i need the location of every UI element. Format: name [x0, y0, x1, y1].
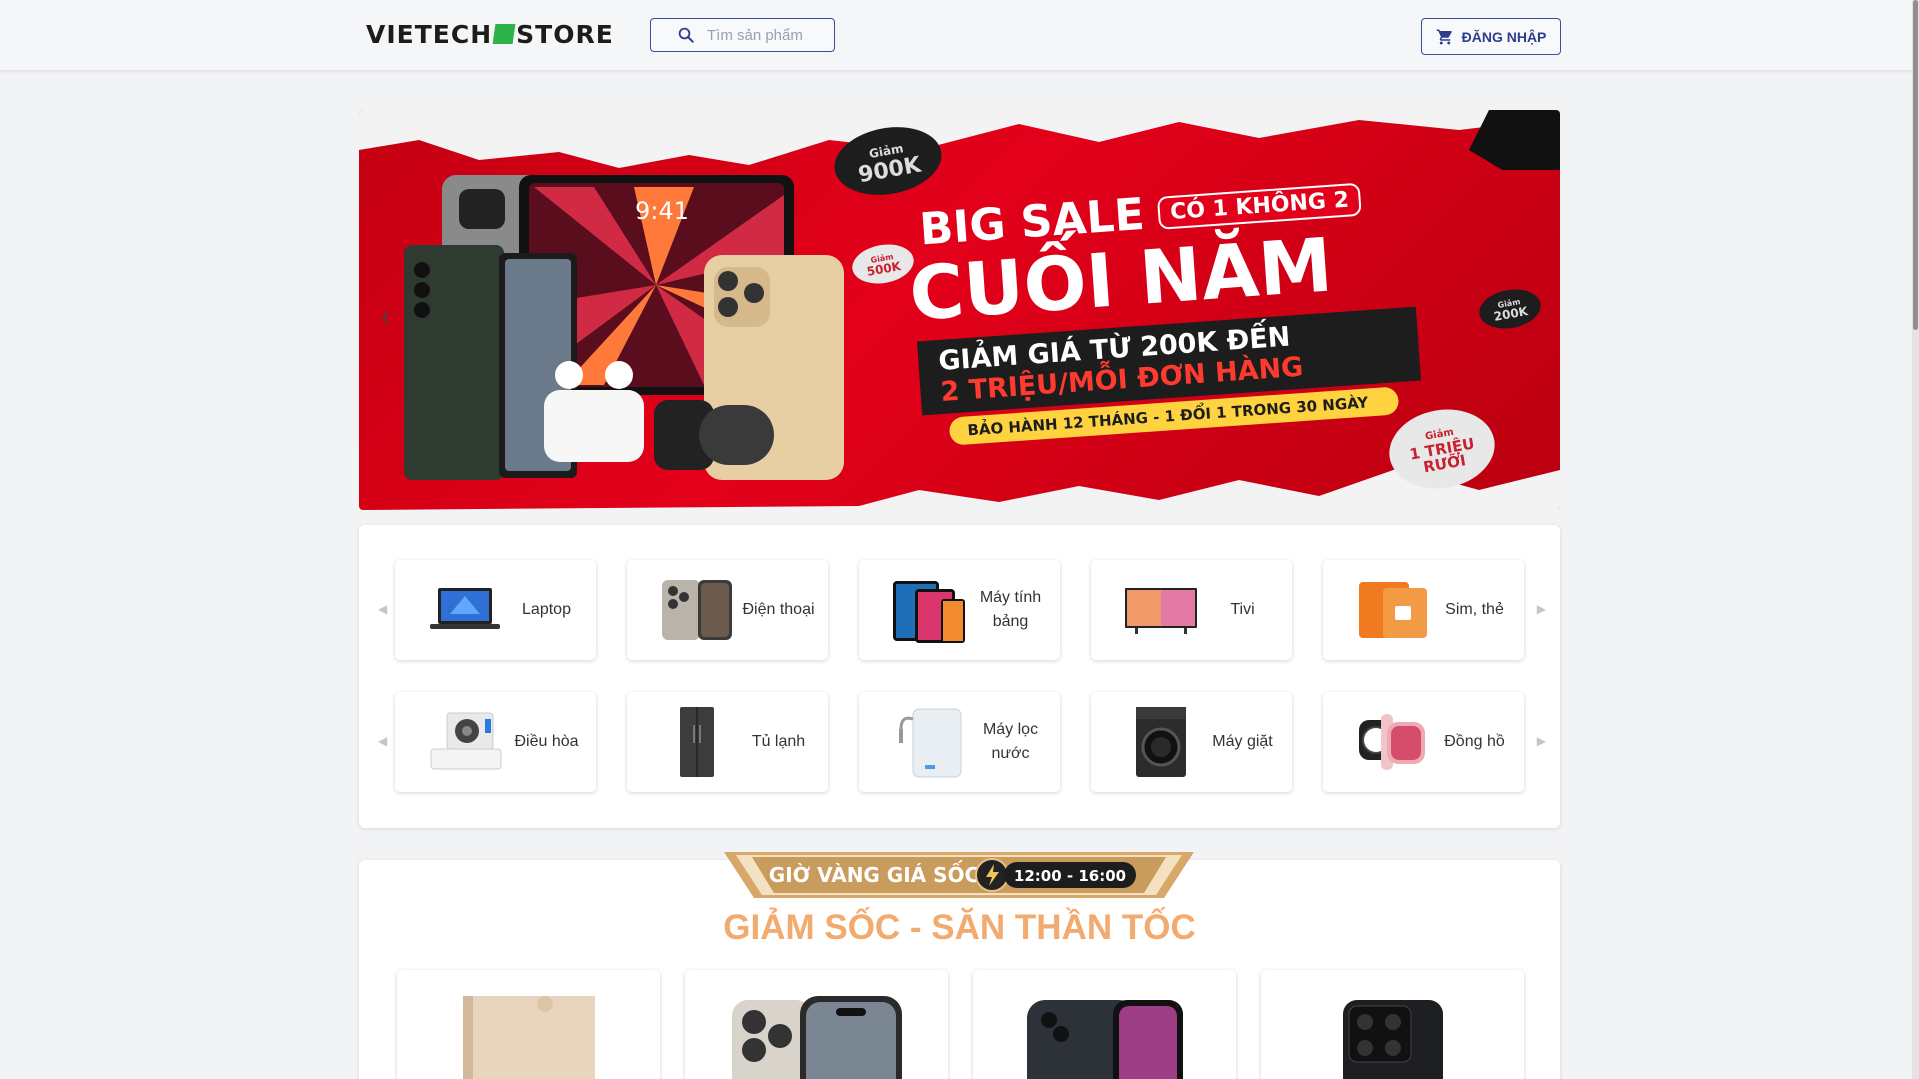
- air-conditioner-icon: [430, 712, 502, 770]
- product-card[interactable]: [973, 970, 1236, 1079]
- category-label: Máy tính bảng: [979, 589, 1042, 630]
- cart-icon: [1436, 29, 1452, 44]
- sale-headline: BIG SALE CÓ 1 KHÔNG 2 CUỐI NĂM GIẢM GIÁ …: [907, 182, 1479, 446]
- category-next-arrow[interactable]: ▶: [1537, 734, 1546, 748]
- store-logo[interactable]: VIETECH STORE: [366, 19, 614, 49]
- category-phone[interactable]: Điện thoại: [627, 560, 828, 660]
- category-label: Sim, thẻ: [1445, 601, 1504, 618]
- category-air-conditioner[interactable]: Điều hòa: [395, 692, 596, 792]
- category-water-purifier[interactable]: Máy lọc nước: [859, 692, 1060, 792]
- login-button[interactable]: ĐĂNG NHẬP: [1421, 18, 1561, 55]
- category-label: Laptop: [522, 601, 571, 618]
- watch-icon: [1359, 714, 1425, 770]
- header: VIETECH STORE ĐĂNG NHẬP: [0, 0, 1919, 70]
- category-label: Máy lọc nước: [982, 721, 1039, 762]
- category-label: Điện thoại: [742, 601, 815, 618]
- category-label: Tủ lạnh: [751, 733, 806, 750]
- washing-machine-icon: [1136, 707, 1186, 777]
- golden-hour-text: GIỜ VÀNG GIÁ SỐC: [769, 861, 979, 887]
- category-sim[interactable]: Sim, thẻ: [1323, 560, 1524, 660]
- search-box[interactable]: [650, 18, 835, 52]
- laptop-icon: [430, 588, 500, 629]
- banner-prev-arrow[interactable]: ‹: [381, 300, 390, 332]
- flash-sale-title: GIẢM SỐC - SĂN THẦN TỐC: [723, 908, 1196, 947]
- hero-banner[interactable]: ‹ 9:41 BIG SALE CÓ 1 KHÔNG 2 CUỐI NĂM GI…: [359, 110, 1560, 510]
- product-image: [1342, 1000, 1443, 1079]
- product-card[interactable]: [685, 970, 948, 1079]
- sale-time: 12:00 - 16:00: [1014, 867, 1126, 885]
- logo-green-mark: [492, 24, 516, 44]
- category-prev-arrow[interactable]: ◀: [378, 734, 387, 748]
- search-icon: [678, 27, 694, 43]
- water-purifier-icon: [899, 708, 962, 778]
- phone-icon: [662, 580, 732, 640]
- category-laptop[interactable]: Laptop: [395, 560, 596, 660]
- product-image: [731, 996, 902, 1079]
- sim-icon: [1359, 582, 1427, 638]
- category-label: Điều hòa: [514, 733, 579, 750]
- category-row-2: ◀ Điều hòa Tủ lạnh Máy lọc nước Máy giặt…: [359, 692, 1560, 792]
- category-next-arrow[interactable]: ▶: [1537, 602, 1546, 616]
- category-section: ◀ Laptop Điện thoại Máy tính bảng Tivi S…: [359, 525, 1560, 828]
- page-scrollbar[interactable]: [1912, 0, 1919, 1079]
- logo-text-left: VIETECH: [366, 19, 493, 49]
- category-washing-machine[interactable]: Máy giặt: [1091, 692, 1292, 792]
- logo-text-right: STORE: [516, 19, 614, 49]
- category-fridge[interactable]: Tủ lạnh: [627, 692, 828, 792]
- category-prev-arrow[interactable]: ◀: [378, 602, 387, 616]
- category-label: Máy giặt: [1212, 733, 1273, 750]
- tablet-time: 9:41: [635, 197, 689, 225]
- product-card[interactable]: [1261, 970, 1524, 1079]
- golden-hour-banner: GIỜ VÀNG GIÁ SỐC 12:00 - 16:00: [724, 852, 1194, 898]
- tv-icon: [1125, 588, 1197, 634]
- torn-paper-top: [359, 110, 1560, 170]
- flash-sale-section: GIỜ VÀNG GIÁ SỐC 12:00 - 16:00 GIẢM SỐC …: [359, 852, 1560, 1079]
- product-card[interactable]: [397, 970, 660, 1079]
- category-label: Đồng hồ: [1444, 733, 1505, 750]
- product-image: [1026, 1000, 1183, 1079]
- category-tablet[interactable]: Máy tính bảng: [859, 560, 1060, 660]
- devices-illustration: 9:41: [404, 175, 844, 480]
- scrollbar-thumb[interactable]: [1913, 0, 1918, 330]
- search-input[interactable]: [707, 26, 827, 44]
- fridge-icon: [680, 707, 714, 777]
- category-row-1: ◀ Laptop Điện thoại Máy tính bảng Tivi S…: [359, 560, 1560, 660]
- category-watch[interactable]: Đồng hồ: [1323, 692, 1524, 792]
- tablet-icon: [893, 581, 965, 643]
- category-label: Tivi: [1230, 601, 1255, 618]
- discount-coin-200k: Giảm 200K: [1476, 284, 1544, 334]
- product-image: [462, 996, 595, 1079]
- category-tv[interactable]: Tivi: [1091, 560, 1292, 660]
- login-label: ĐĂNG NHẬP: [1461, 28, 1547, 45]
